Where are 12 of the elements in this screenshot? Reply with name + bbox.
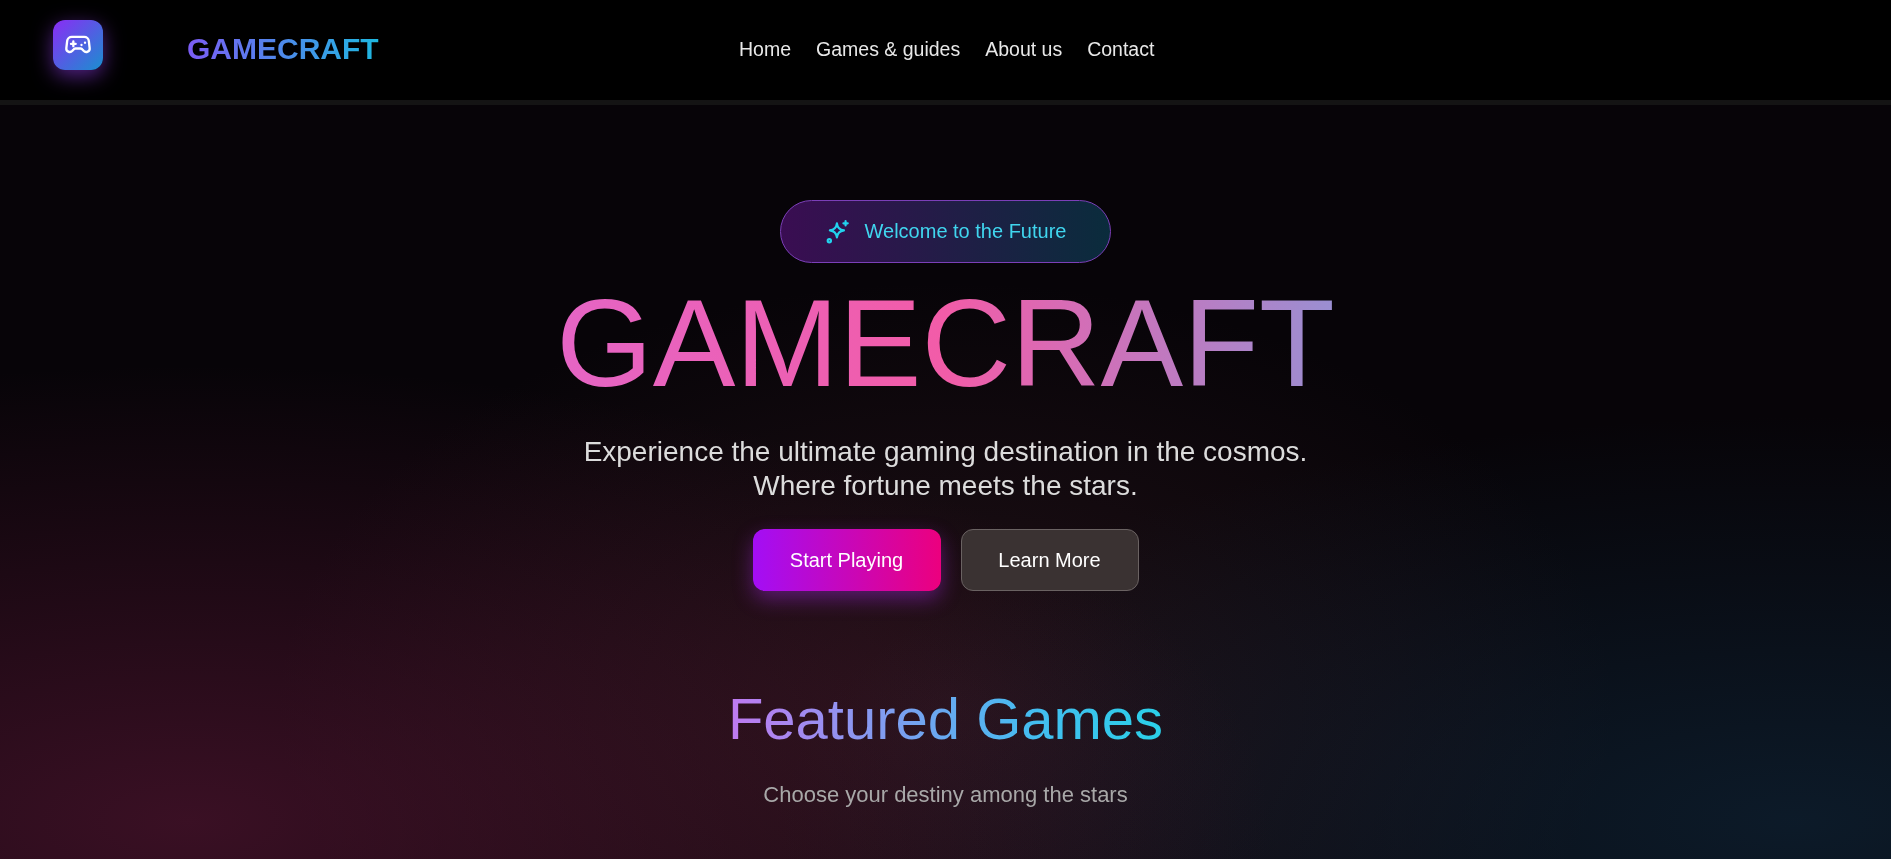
hero-subtitle: Experience the ultimate gaming destination in the cosmos.	[583, 435, 1308, 470]
section-subtitle: Choose your destiny among the stars	[763, 782, 1128, 809]
nav-link[interactable]: Contact	[1087, 38, 1155, 61]
hero-subtitle: Where fortune meets the stars.	[753, 469, 1138, 504]
nav-link[interactable]: Games & guides	[816, 38, 961, 61]
start-playing-button[interactable]: Start Playing	[752, 529, 941, 592]
nav-link[interactable]: About us	[985, 38, 1063, 61]
nav-link[interactable]: Home	[739, 38, 792, 61]
badge-text: Welcome to the Future	[864, 220, 1067, 243]
gamepad-icon[interactable]	[53, 20, 103, 70]
sparkle-icon	[824, 218, 851, 245]
learn-more-button[interactable]: Learn More	[960, 529, 1139, 592]
